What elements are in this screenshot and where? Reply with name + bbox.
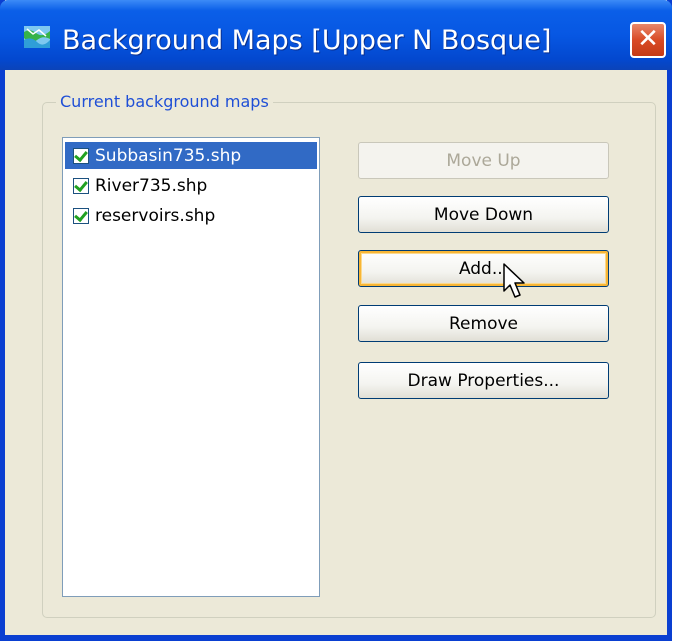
checkmark-icon xyxy=(74,207,88,222)
checkmark-icon xyxy=(74,147,88,162)
group-legend: Current background maps xyxy=(56,92,273,111)
list-item-label: Subbasin735.shp xyxy=(95,145,242,166)
map-icon xyxy=(24,26,50,48)
list-item-river[interactable]: River735.shp xyxy=(65,172,317,199)
remove-button[interactable]: Remove xyxy=(358,305,609,342)
list-item-label: River735.shp xyxy=(95,175,208,196)
list-item-reservoirs[interactable]: reservoirs.shp xyxy=(65,202,317,229)
background-maps-list[interactable]: Subbasin735.shp River735.shp reservoirs.… xyxy=(62,137,320,597)
arrow-cursor-icon xyxy=(503,263,525,298)
close-button[interactable]: ✕ xyxy=(630,22,666,58)
checkbox[interactable] xyxy=(73,177,89,194)
title-bar[interactable]: Background Maps [Upper N Bosque] ✕ xyxy=(0,0,672,70)
add-button[interactable]: Add... xyxy=(358,250,609,287)
list-item-label: reservoirs.shp xyxy=(95,205,216,226)
draw-properties-button[interactable]: Draw Properties... xyxy=(358,362,609,399)
checkmark-icon xyxy=(74,177,88,192)
close-icon: ✕ xyxy=(637,24,659,54)
window-title: Background Maps [Upper N Bosque] xyxy=(62,25,552,56)
move-down-button[interactable]: Move Down xyxy=(358,196,609,233)
checkbox[interactable] xyxy=(73,147,89,164)
checkbox[interactable] xyxy=(73,207,89,224)
move-up-button[interactable]: Move Up xyxy=(358,142,609,179)
list-item-subbasin[interactable]: Subbasin735.shp xyxy=(65,142,317,169)
